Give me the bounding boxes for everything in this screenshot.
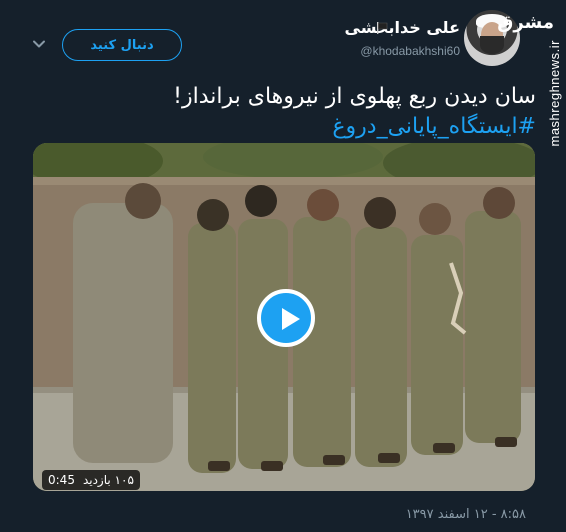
tweet-text: سان دیدن ربع پهلوی از نیروهای برانداز! #…	[20, 82, 536, 142]
video-duration: 0:45	[48, 473, 75, 487]
tweet-card: مشرق mashreghnews.ir علی خدابخشی @khodab…	[0, 0, 566, 532]
chevron-down-icon[interactable]	[32, 37, 46, 51]
follow-button[interactable]: دنبال کنید	[62, 29, 182, 61]
black-flag-icon	[377, 22, 388, 34]
author-handle[interactable]: @khodabakhshi60	[360, 44, 460, 58]
avatar-beard	[480, 36, 504, 54]
play-button[interactable]	[257, 289, 315, 347]
play-icon	[282, 308, 300, 330]
author-display-name[interactable]: علی خدابخشی	[345, 18, 460, 37]
video-badge: 0:45 ۱۰۵ بازدید	[42, 470, 140, 490]
tweet-timestamp[interactable]: ۸:۵۸ - ۱۲ اسفند ۱۳۹۷	[406, 507, 526, 522]
tweet-body: سان دیدن ربع پهلوی از نیروهای برانداز!	[173, 84, 536, 109]
video-views: ۱۰۵ بازدید	[82, 473, 134, 487]
watermark-site: mashreghnews.ir	[547, 40, 562, 147]
tweet-hashtag[interactable]: #ایستگاه_پایانی_دروغ	[20, 112, 536, 142]
watermark-logo: مشرق	[497, 12, 554, 33]
video-player[interactable]: 0:45 ۱۰۵ بازدید	[33, 143, 535, 491]
